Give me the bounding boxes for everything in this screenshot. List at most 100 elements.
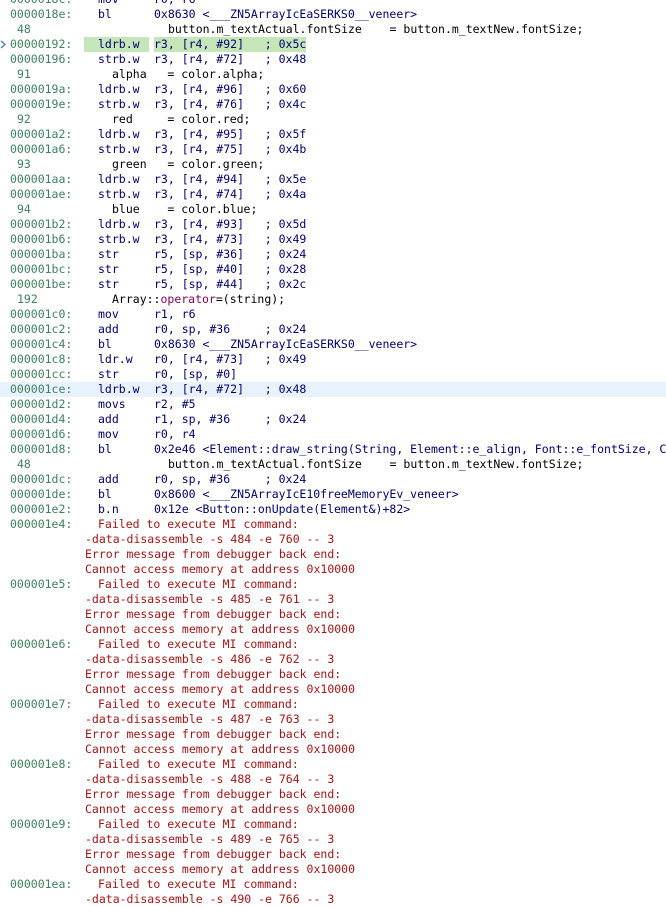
disassembly-row[interactable]: 00000192: ldrb.w r3, [r4, #92] ; 0x5c: [0, 37, 666, 52]
disassembly-view[interactable]: 0000018c: mov r0, r6 0000018e: bl 0x8630 <___…: [0, 0, 666, 907]
instruction-mnemonic: str: [98, 367, 119, 381]
instruction-mnemonic: ldrb.w: [84, 37, 149, 52]
instruction-address: 000001e8:: [10, 757, 73, 771]
instruction-operands: 0x8600 <___ZN5ArrayIcE10freeMemoryEv_ven…: [154, 487, 459, 501]
source-text: Array::operator=(string);: [112, 292, 285, 307]
source-text-suffix: =(string);: [215, 292, 286, 306]
error-detail-row: -data-disassemble -s 488 -e 764 -- 3: [0, 772, 666, 787]
source-row[interactable]: 48 button.m_textActual.fontSize = button.…: [0, 457, 666, 472]
instruction-address: 000001c8:: [10, 352, 73, 366]
disassembly-row[interactable]: 000001cc: str r0, [sp, #0]: [0, 367, 666, 382]
instruction-mnemonic: bl: [98, 487, 112, 501]
instruction-mnemonic: strb.w: [98, 232, 140, 246]
instruction-operands: r3, [r4, #92] ; 0x5c: [154, 37, 307, 52]
disassembly-row[interactable]: 000001ba: str r5, [sp, #36] ; 0x24: [0, 247, 666, 262]
instruction-mnemonic: ldrb.w: [98, 382, 140, 396]
disassembly-row[interactable]: 000001d4: add r1, sp, #36 ; 0x24: [0, 412, 666, 427]
error-row[interactable]: 000001ea: Failed to execute MI command:: [0, 877, 666, 892]
disassembly-row[interactable]: 000001d6: mov r0, r4: [0, 427, 666, 442]
disassembly-row[interactable]: 0000018e: bl 0x8630 <___ZN5ArrayIcEaSERKS0…: [0, 7, 666, 22]
disassembly-row[interactable]: 000001de: bl 0x8600 <___ZN5ArrayIcE10freeM…: [0, 487, 666, 502]
instruction-address: 000001e4:: [10, 517, 73, 531]
instruction-address: 000001d6:: [10, 427, 73, 441]
error-detail-row: Cannot access memory at address 0x10000: [0, 862, 666, 877]
instruction-mnemonic: str: [98, 247, 119, 261]
source-row[interactable]: 94 blue = color.blue;: [0, 202, 666, 217]
error-detail: Error message from debugger back end:: [85, 547, 342, 561]
instruction-mnemonic: bl: [98, 7, 112, 21]
instruction-address: 000001ea:: [10, 877, 73, 891]
error-row[interactable]: 000001e5: Failed to execute MI command:: [0, 577, 666, 592]
disassembly-row[interactable]: 000001d2: movs r2, #5: [0, 397, 666, 412]
disassembly-row[interactable]: 000001b2: ldrb.w r3, [r4, #93] ; 0x5d: [0, 217, 666, 232]
source-row[interactable]: 93 green = color.green;: [0, 157, 666, 172]
disassembly-row[interactable]: 00000196: strb.w r3, [r4, #72] ; 0x48: [0, 52, 666, 67]
error-row[interactable]: 000001e9: Failed to execute MI command:: [0, 817, 666, 832]
error-title: Failed to execute MI command:: [98, 517, 299, 531]
instruction-operands: r3, [r4, #74] ; 0x4a: [154, 187, 307, 201]
error-detail-row: -data-disassemble -s 485 -e 761 -- 3: [0, 592, 666, 607]
instruction-operands: 0x8630 <___ZN5ArrayIcEaSERKS0__veneer>: [154, 7, 418, 21]
instruction-operands: r3, [r4, #72] ; 0x48: [154, 52, 307, 66]
instruction-operands: r3, [r4, #76] ; 0x4c: [154, 97, 307, 111]
error-detail: Cannot access memory at address 0x10000: [85, 742, 356, 756]
disassembly-row[interactable]: 000001be: str r5, [sp, #44] ; 0x2c: [0, 277, 666, 292]
error-detail: -data-disassemble -s 489 -e 765 -- 3: [85, 832, 335, 846]
instruction-operands: r0, sp, #36 ; 0x24: [154, 472, 307, 486]
disassembly-row[interactable]: 000001a2: ldrb.w r3, [r4, #95] ; 0x5f: [0, 127, 666, 142]
source-row[interactable]: 48 button.m_textActual.fontSize = button.…: [0, 22, 666, 37]
disassembly-row[interactable]: 000001c0: mov r1, r6: [0, 307, 666, 322]
disassembly-row[interactable]: 000001a6: strb.w r3, [r4, #75] ; 0x4b: [0, 142, 666, 157]
disassembly-row[interactable]: 000001c8: ldr.w r0, [r4, #73] ; 0x49: [0, 352, 666, 367]
disassembly-row[interactable]: 000001bc: str r5, [sp, #40] ; 0x28: [0, 262, 666, 277]
source-text: blue = color.blue;: [112, 202, 258, 216]
instruction-address: 000001cc:: [10, 367, 73, 381]
instruction-mnemonic: ldr.w: [98, 352, 133, 366]
source-row[interactable]: 91 alpha = color.alpha;: [0, 67, 666, 82]
error-title: Failed to execute MI command:: [98, 757, 299, 771]
instruction-address: 000001e2:: [10, 502, 73, 516]
instruction-address: 000001ba:: [10, 247, 73, 261]
instruction-mnemonic: add: [98, 322, 119, 336]
disassembly-row[interactable]: 000001dc: add r0, sp, #36 ; 0x24: [0, 472, 666, 487]
source-row[interactable]: 192 Array::operator=(string);: [0, 292, 666, 307]
instruction-operands: r3, [r4, #93] ; 0x5d: [154, 217, 307, 231]
disassembly-row[interactable]: 000001ae: strb.w r3, [r4, #74] ; 0x4a: [0, 187, 666, 202]
error-detail-row: Error message from debugger back end:: [0, 787, 666, 802]
error-row[interactable]: 000001e6: Failed to execute MI command:: [0, 637, 666, 652]
error-detail-row: Error message from debugger back end:: [0, 547, 666, 562]
disassembly-row[interactable]: 0000018c: mov r0, r6: [0, 0, 666, 7]
instruction-operands: r3, [r4, #96] ; 0x60: [154, 82, 307, 96]
source-text-prefix: Array::: [112, 292, 161, 306]
instruction-mnemonic: b.n: [98, 502, 119, 516]
instruction-address: 000001d8:: [10, 442, 73, 456]
instruction-mnemonic: strb.w: [98, 97, 140, 111]
disassembly-row[interactable]: 000001d8: bl 0x2e46 <Element::draw_string(…: [0, 442, 666, 457]
disassembly-row[interactable]: 000001e2: b.n 0x12e <Button::onUpdate(Elem…: [0, 502, 666, 517]
disassembly-row[interactable]: 000001c4: bl 0x8630 <___ZN5ArrayIcEaSERKS0…: [0, 337, 666, 352]
disassembly-row[interactable]: 000001b6: strb.w r3, [r4, #73] ; 0x49: [0, 232, 666, 247]
error-detail: -data-disassemble -s 485 -e 761 -- 3: [85, 592, 335, 606]
error-row[interactable]: 000001e7: Failed to execute MI command:: [0, 697, 666, 712]
error-detail: Error message from debugger back end:: [85, 727, 342, 741]
instruction-address: 000001e5:: [10, 577, 73, 591]
instruction-address: 000001e9:: [10, 817, 73, 831]
source-row[interactable]: 92 red = color.red;: [0, 112, 666, 127]
instruction-mnemonic: strb.w: [98, 52, 140, 66]
error-row[interactable]: 000001e8: Failed to execute MI command:: [0, 757, 666, 772]
instruction-operands: r0, r4: [154, 427, 196, 441]
instruction-operands: 0x2e46 <Element::draw_string(String, Ele…: [154, 442, 666, 456]
instruction-mnemonic: add: [98, 412, 119, 426]
disassembly-row[interactable]: 0000019e: strb.w r3, [r4, #76] ; 0x4c: [0, 97, 666, 112]
instruction-address: 000001de:: [10, 487, 73, 501]
disassembly-row[interactable]: 000001aa: ldrb.w r3, [r4, #94] ; 0x5e: [0, 172, 666, 187]
error-row[interactable]: 000001e4: Failed to execute MI command:: [0, 517, 666, 532]
disassembly-row[interactable]: 000001ce: ldrb.w r3, [r4, #72] ; 0x48: [0, 382, 666, 397]
error-detail: Error message from debugger back end:: [85, 787, 342, 801]
instruction-mnemonic: bl: [98, 337, 112, 351]
error-detail-row: Cannot access memory at address 0x10000: [0, 562, 666, 577]
error-detail-row: -data-disassemble -s 486 -e 762 -- 3: [0, 652, 666, 667]
error-title: Failed to execute MI command:: [98, 577, 299, 591]
disassembly-row[interactable]: 0000019a: ldrb.w r3, [r4, #96] ; 0x60: [0, 82, 666, 97]
disassembly-row[interactable]: 000001c2: add r0, sp, #36 ; 0x24: [0, 322, 666, 337]
